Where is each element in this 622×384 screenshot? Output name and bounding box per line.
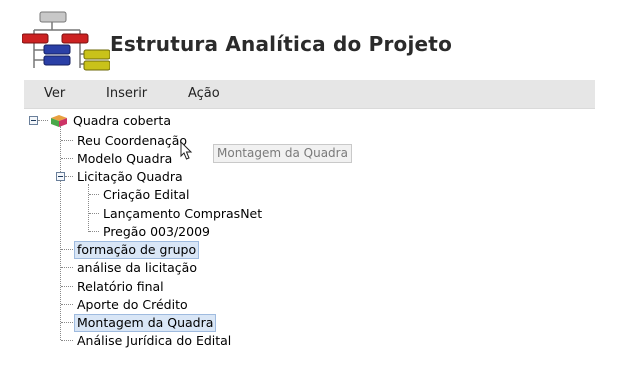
collapse-toggle-root[interactable]: [29, 116, 38, 125]
tree-node-root[interactable]: Quadra coberta: [73, 113, 171, 129]
tree-connector: [61, 340, 73, 341]
tree-node[interactable]: Relatório final: [77, 279, 164, 295]
tree-node[interactable]: Modelo Quadra: [77, 151, 172, 167]
tree-connector: [89, 231, 99, 232]
page-title: Estrutura Analítica do Projeto: [110, 32, 453, 56]
tree-connector: [61, 286, 73, 287]
mouse-cursor-icon: [180, 141, 193, 160]
tree-node[interactable]: Pregão 003/2009: [103, 224, 210, 240]
wbs-hierarchy-icon: [22, 11, 110, 71]
tree-connector: [88, 184, 89, 232]
menu-ver[interactable]: Ver: [44, 86, 65, 101]
tree-connector: [61, 304, 73, 305]
tree-node[interactable]: Reu Coordenação: [77, 133, 187, 149]
tree-node[interactable]: análise da licitação: [77, 260, 197, 276]
tree-connector: [38, 120, 48, 121]
tree-connector: [89, 213, 99, 214]
tree-node[interactable]: Lançamento ComprasNet: [103, 206, 262, 222]
tree-node-selected[interactable]: formação de grupo: [74, 241, 200, 259]
drag-tooltip: Montagem da Quadra: [213, 144, 352, 163]
tree-node[interactable]: Licitação Quadra: [77, 169, 183, 185]
collapse-toggle-licitacao[interactable]: [56, 172, 65, 181]
menu-inserir[interactable]: Inserir: [106, 86, 147, 101]
tree-connector: [61, 249, 73, 250]
tree-connector: [89, 194, 99, 195]
tree-node[interactable]: Aporte do Crédito: [77, 297, 188, 313]
cube-icon: [51, 115, 67, 127]
tree-connector: [61, 140, 73, 141]
menu-acao[interactable]: Ação: [188, 86, 220, 101]
menu-bar: Ver Inserir Ação: [24, 80, 595, 109]
tree-node[interactable]: Análise Jurídica do Edital: [77, 333, 231, 349]
tree-connector: [61, 322, 73, 323]
tree-connector: [61, 158, 73, 159]
tree-node-selected[interactable]: Montagem da Quadra: [74, 314, 217, 332]
tree-connector: [61, 267, 73, 268]
tree-node[interactable]: Criação Edital: [103, 187, 190, 203]
tree-connector: [65, 176, 73, 177]
app-header: Estrutura Analítica do Projeto: [0, 0, 622, 80]
